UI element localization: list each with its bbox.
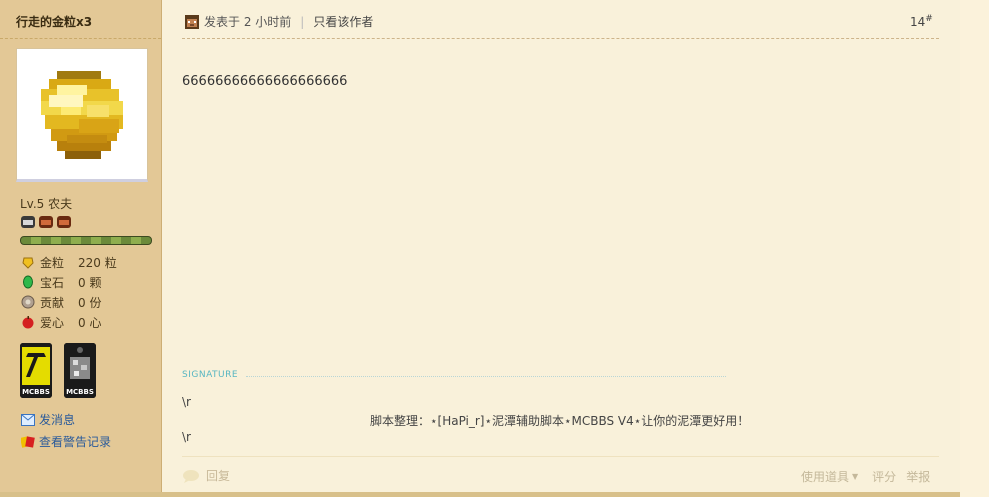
floor-number[interactable]: 14# <box>910 14 933 29</box>
emerald-gem-icon <box>23 275 33 289</box>
signature-line: \r <box>182 395 191 409</box>
chevron-down-icon[interactable]: ▼ <box>852 472 858 481</box>
stat-heart: 爱心 0 心 <box>21 312 117 332</box>
rank-helmet-icon <box>56 214 72 230</box>
apple-heart-icon <box>22 316 34 329</box>
warning-cards-icon <box>21 435 35 448</box>
only-author-link[interactable]: 只看该作者 <box>313 13 373 30</box>
contribution-icon <box>21 295 35 309</box>
stat-gold: 金粒 220 粒 <box>21 252 117 272</box>
gold-nugget-avatar-icon <box>41 71 123 159</box>
signature-label: SIGNATURE <box>182 370 239 380</box>
stat-gem: 宝石 0 颗 <box>21 272 117 292</box>
card-bottom-border <box>0 492 960 497</box>
reply-button[interactable]: 回复 <box>182 467 230 484</box>
sidebar-divider <box>0 38 161 39</box>
rank-helmet-icon <box>20 214 36 230</box>
send-message-link[interactable]: 发消息 <box>21 411 75 428</box>
rank-icons <box>20 214 72 230</box>
signature-script-text[interactable]: 脚本整理：⋆[HaPi_r]⋆泥潭辅助脚本⋆MCBBS V4⋆让你的泥潭更好用！ <box>370 412 749 429</box>
post-content: 66666666666666666666 <box>182 74 348 89</box>
meta-divider: | <box>300 14 305 29</box>
view-warnings-link[interactable]: 查看警告记录 <box>21 433 111 450</box>
report-button[interactable]: 举报 <box>906 468 930 485</box>
signature-divider <box>246 376 726 377</box>
gold-nugget-icon <box>22 257 34 269</box>
post-card: 行走的金粒x3 Lv.5 农夫 金粒 220 粒 宝石 0 颗 贡献 0 份 爱… <box>0 0 960 497</box>
signature-line: \r <box>182 430 191 444</box>
username[interactable]: 行走的金粒x3 <box>16 13 92 30</box>
user-sidebar: 行走的金粒x3 Lv.5 农夫 金粒 220 粒 宝石 0 颗 贡献 0 份 爱… <box>0 0 162 492</box>
speech-bubble-icon <box>183 469 199 483</box>
header-divider <box>182 38 939 39</box>
post-time: 发表于 2 小时前 <box>204 15 292 29</box>
footer-divider <box>182 456 939 457</box>
envelope-icon <box>21 413 35 426</box>
rate-button[interactable]: 评分 <box>872 468 896 485</box>
user-level: Lv.5 农夫 <box>20 197 73 211</box>
avatar[interactable] <box>16 48 148 182</box>
stat-contribution: 贡献 0 份 <box>21 292 117 312</box>
medal-badges: MCBBS MCBBS <box>20 343 96 398</box>
use-item-button[interactable]: 使用道具 <box>801 468 849 485</box>
post-meta: 发表于 2 小时前 | 只看该作者 <box>185 13 373 30</box>
user-stats: 金粒 220 粒 宝石 0 颗 贡献 0 份 爱心 0 心 <box>21 252 117 332</box>
post-actions: 使用道具 ▼ 评分 举报 <box>801 468 930 485</box>
experience-bar <box>20 236 152 245</box>
rank-helmet-icon <box>38 214 54 230</box>
mcbbs-ore-badge[interactable]: MCBBS <box>64 343 96 398</box>
user-face-icon <box>185 14 199 29</box>
mcbbs-pickaxe-badge[interactable]: MCBBS <box>20 343 52 398</box>
